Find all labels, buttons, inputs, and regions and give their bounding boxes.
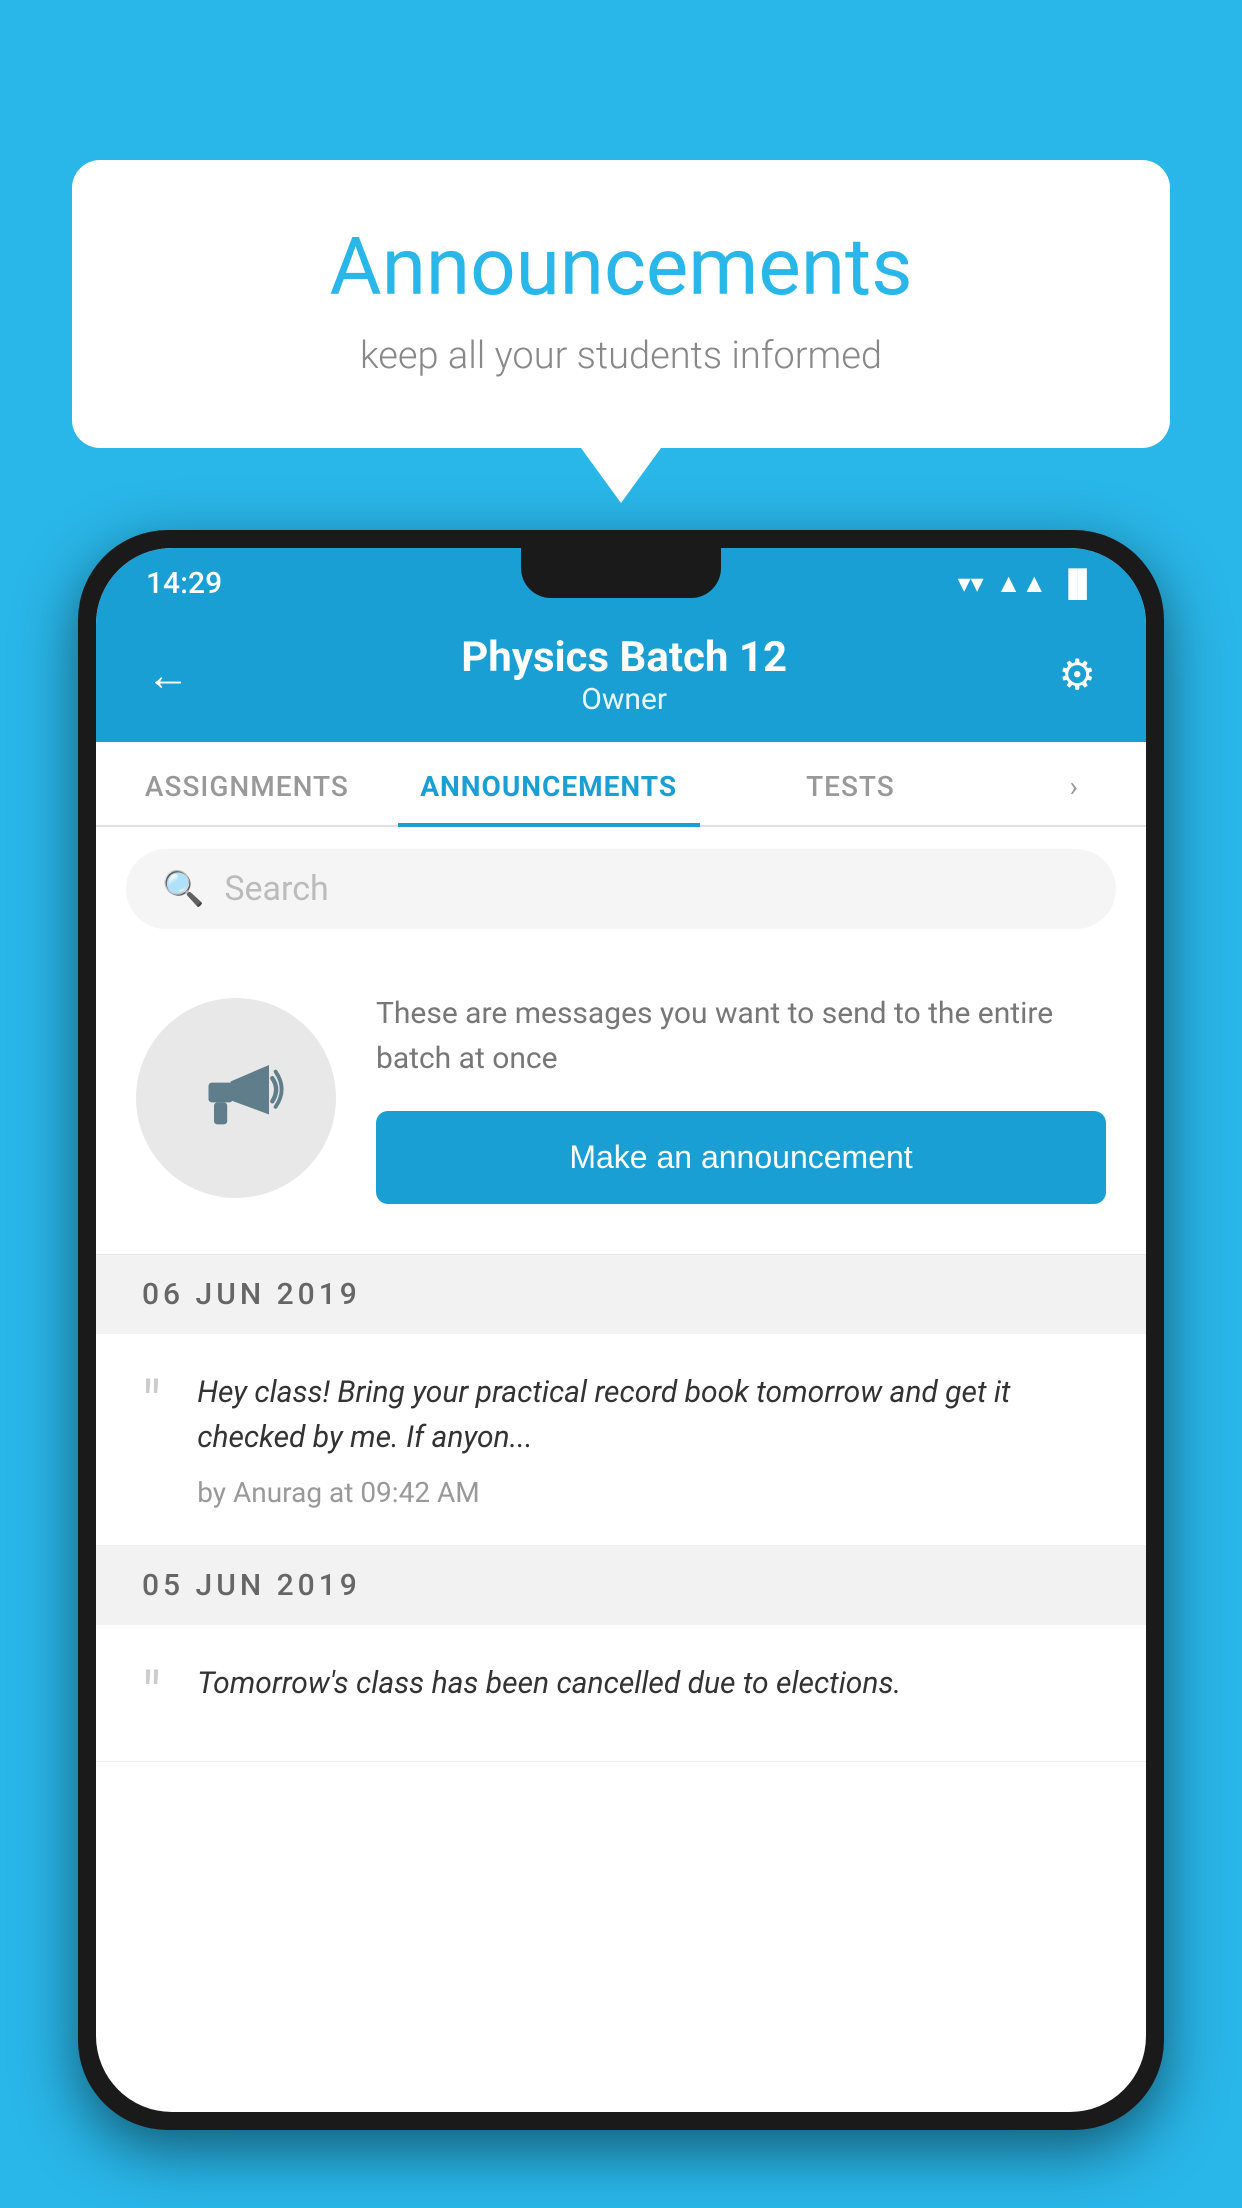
announcement-content-1: Hey class! Bring your practical record b… bbox=[197, 1370, 1100, 1509]
search-bar[interactable]: 🔍 Search bbox=[126, 849, 1116, 929]
empty-state-description: These are messages you want to send to t… bbox=[376, 991, 1106, 1081]
settings-button[interactable]: ⚙ bbox=[1058, 650, 1096, 700]
phone-screen: 14:29 ▾▾ ▲▲ ▐▌ ← Physics Batch 12 Owner … bbox=[96, 548, 1146, 2112]
tabs-bar: ASSIGNMENTS ANNOUNCEMENTS TESTS › bbox=[96, 742, 1146, 827]
megaphone-circle bbox=[136, 998, 336, 1198]
megaphone-icon bbox=[181, 1043, 291, 1153]
bubble-arrow bbox=[581, 448, 661, 503]
batch-role: Owner bbox=[461, 682, 787, 717]
tab-more[interactable]: › bbox=[1001, 742, 1146, 825]
make-announcement-button[interactable]: Make an announcement bbox=[376, 1111, 1106, 1204]
phone-container: 14:29 ▾▾ ▲▲ ▐▌ ← Physics Batch 12 Owner … bbox=[78, 530, 1164, 2208]
date-header-1: 06 JUN 2019 bbox=[96, 1255, 1146, 1334]
date-label-1: 06 JUN 2019 bbox=[142, 1277, 361, 1312]
wifi-icon: ▾▾ bbox=[958, 569, 984, 599]
announcement-content-2: Tomorrow's class has been cancelled due … bbox=[197, 1661, 1100, 1722]
bubble-title: Announcements bbox=[152, 220, 1090, 314]
signal-icon: ▲▲ bbox=[996, 568, 1047, 599]
back-button[interactable]: ← bbox=[146, 649, 190, 701]
status-icons: ▾▾ ▲▲ ▐▌ bbox=[958, 568, 1096, 599]
empty-state-right: These are messages you want to send to t… bbox=[376, 991, 1106, 1204]
tab-announcements[interactable]: ANNOUNCEMENTS bbox=[398, 742, 700, 825]
announcement-item-2[interactable]: " Tomorrow's class has been cancelled du… bbox=[96, 1625, 1146, 1762]
speech-bubble-section: Announcements keep all your students inf… bbox=[72, 160, 1170, 503]
status-time: 14:29 bbox=[146, 566, 222, 601]
tab-tests[interactable]: TESTS bbox=[700, 742, 1002, 825]
date-header-2: 05 JUN 2019 bbox=[96, 1546, 1146, 1625]
search-placeholder: Search bbox=[224, 869, 328, 909]
search-section: 🔍 Search bbox=[96, 827, 1146, 951]
phone-notch bbox=[521, 548, 721, 598]
empty-state: These are messages you want to send to t… bbox=[96, 951, 1146, 1255]
announcement-text-2: Tomorrow's class has been cancelled due … bbox=[197, 1661, 1100, 1706]
batch-title: Physics Batch 12 bbox=[461, 633, 787, 682]
speech-bubble: Announcements keep all your students inf… bbox=[72, 160, 1170, 448]
bubble-subtitle: keep all your students informed bbox=[152, 334, 1090, 378]
app-header: ← Physics Batch 12 Owner ⚙ bbox=[96, 613, 1146, 742]
phone-outer: 14:29 ▾▾ ▲▲ ▐▌ ← Physics Batch 12 Owner … bbox=[78, 530, 1164, 2130]
search-icon: 🔍 bbox=[162, 869, 204, 909]
date-label-2: 05 JUN 2019 bbox=[142, 1568, 361, 1603]
battery-icon: ▐▌ bbox=[1059, 568, 1096, 599]
tab-assignments[interactable]: ASSIGNMENTS bbox=[96, 742, 398, 825]
announcement-text-1: Hey class! Bring your practical record b… bbox=[197, 1370, 1100, 1460]
quote-icon-2: " bbox=[142, 1665, 161, 1725]
quote-icon-1: " bbox=[142, 1374, 161, 1434]
header-title-container: Physics Batch 12 Owner bbox=[461, 633, 787, 717]
announcement-meta-1: by Anurag at 09:42 AM bbox=[197, 1476, 1100, 1509]
announcement-item-1[interactable]: " Hey class! Bring your practical record… bbox=[96, 1334, 1146, 1546]
